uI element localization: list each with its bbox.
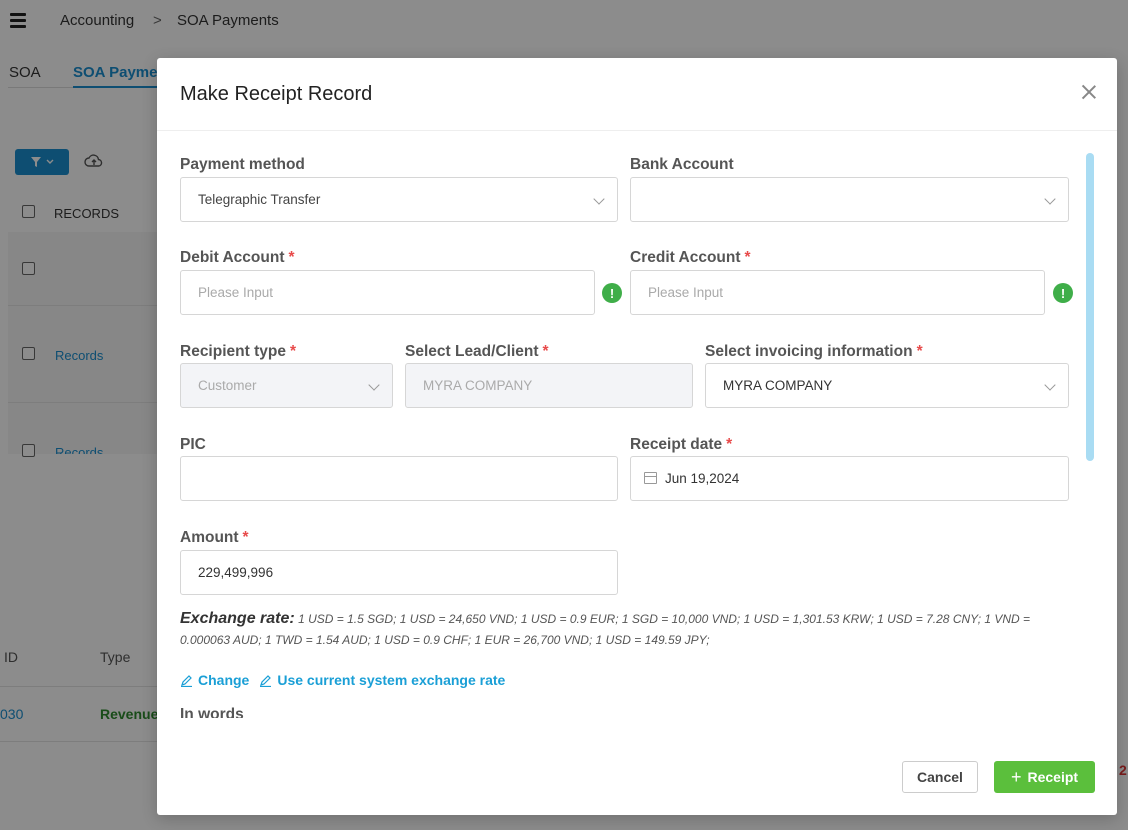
warning-icon: ! bbox=[602, 283, 622, 303]
payment-method-value: Telegraphic Transfer bbox=[198, 192, 321, 207]
use-system-rate-link[interactable]: Use current system exchange rate bbox=[259, 672, 505, 688]
lead-client-value: MYRA COMPANY bbox=[423, 378, 533, 393]
credit-account-label: Credit Account * bbox=[630, 249, 751, 266]
change-rate-link[interactable]: Change bbox=[180, 672, 249, 688]
exchange-rate-info: Exchange rate: 1 USD = 1.5 SGD; 1 USD = … bbox=[180, 608, 1060, 651]
warning-icon: ! bbox=[1053, 283, 1073, 303]
debit-account-input[interactable]: Please Input bbox=[180, 270, 595, 315]
payment-method-select[interactable]: Telegraphic Transfer bbox=[180, 177, 618, 222]
dialog-header: Make Receipt Record bbox=[157, 58, 1117, 131]
invoicing-info-label: Select invoicing information * bbox=[705, 343, 923, 360]
bank-account-select[interactable] bbox=[630, 177, 1069, 222]
scrollbar[interactable] bbox=[1086, 153, 1094, 461]
edit-icon bbox=[260, 674, 272, 687]
exchange-rate-label: Exchange rate: bbox=[180, 610, 295, 627]
debit-account-label: Debit Account * bbox=[180, 249, 295, 266]
in-words-label: In words bbox=[180, 706, 244, 718]
pic-input[interactable] bbox=[180, 456, 618, 501]
chevron-down-icon bbox=[1044, 379, 1056, 391]
credit-account-input[interactable]: Please Input bbox=[630, 270, 1045, 315]
exchange-rate-actions: Change Use current system exchange rate bbox=[180, 672, 505, 688]
chevron-down-icon bbox=[1044, 193, 1056, 205]
credit-account-placeholder: Please Input bbox=[648, 285, 724, 300]
pic-label: PIC bbox=[180, 436, 206, 453]
receipt-date-value: Jun 19,2024 bbox=[665, 471, 740, 486]
amount-value: 229,499,996 bbox=[198, 565, 274, 580]
invoicing-info-value: MYRA COMPANY bbox=[723, 378, 833, 393]
payment-method-label: Payment method bbox=[180, 156, 305, 173]
amount-input[interactable]: 229,499,996 bbox=[180, 550, 618, 595]
lead-client-label: Select Lead/Client * bbox=[405, 343, 549, 360]
bank-account-label: Bank Account bbox=[630, 156, 734, 173]
receipt-date-picker[interactable]: Jun 19,2024 bbox=[630, 456, 1069, 501]
dialog-title: Make Receipt Record bbox=[180, 83, 373, 105]
calendar-icon bbox=[644, 472, 657, 484]
cancel-button[interactable]: Cancel bbox=[902, 761, 978, 793]
plus-icon: + bbox=[1010, 767, 1022, 787]
amount-label: Amount * bbox=[180, 529, 249, 546]
edit-icon bbox=[181, 674, 192, 687]
invoicing-info-select[interactable]: MYRA COMPANY bbox=[705, 363, 1069, 408]
chevron-down-icon bbox=[368, 379, 380, 391]
recipient-type-label: Recipient type * bbox=[180, 343, 296, 360]
lead-client-select[interactable]: MYRA COMPANY bbox=[405, 363, 693, 408]
receipt-date-label: Receipt date * bbox=[630, 436, 733, 453]
receipt-button[interactable]: + Receipt bbox=[994, 761, 1095, 793]
recipient-type-value: Customer bbox=[198, 378, 257, 393]
make-receipt-dialog: Make Receipt Record Payment method Teleg… bbox=[157, 58, 1117, 815]
debit-account-placeholder: Please Input bbox=[198, 285, 274, 300]
exchange-rate-text: 1 USD = 1.5 SGD; 1 USD = 24,650 VND; 1 U… bbox=[180, 612, 1031, 647]
chevron-down-icon bbox=[593, 193, 605, 205]
close-icon[interactable] bbox=[1081, 84, 1097, 100]
recipient-type-select[interactable]: Customer bbox=[180, 363, 393, 408]
